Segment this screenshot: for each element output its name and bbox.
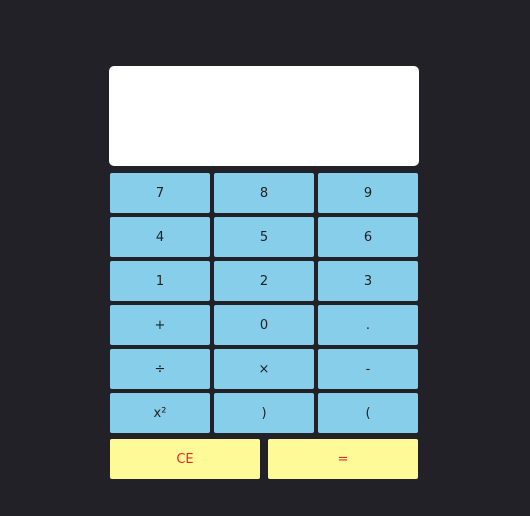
key-plus[interactable]: + <box>110 305 210 345</box>
key-5[interactable]: 5 <box>214 217 314 257</box>
key-minus[interactable]: - <box>318 349 418 389</box>
equals-button[interactable]: = <box>268 439 418 479</box>
key-4[interactable]: 4 <box>110 217 210 257</box>
keypad: 7 8 9 4 5 6 1 2 3 + 0 . ÷ × - x² ) ( <box>110 173 419 433</box>
calculator: 7 8 9 4 5 6 1 2 3 + 0 . ÷ × - x² ) ( CE … <box>109 66 419 479</box>
key-3[interactable]: 3 <box>318 261 418 301</box>
clear-button[interactable]: CE <box>110 439 260 479</box>
key-6[interactable]: 6 <box>318 217 418 257</box>
calculator-display <box>109 66 419 166</box>
key-1[interactable]: 1 <box>110 261 210 301</box>
key-7[interactable]: 7 <box>110 173 210 213</box>
key-open-paren[interactable]: ( <box>318 393 418 433</box>
action-row: CE = <box>110 439 419 479</box>
key-8[interactable]: 8 <box>214 173 314 213</box>
key-divide[interactable]: ÷ <box>110 349 210 389</box>
key-close-paren[interactable]: ) <box>214 393 314 433</box>
key-2[interactable]: 2 <box>214 261 314 301</box>
key-square[interactable]: x² <box>110 393 210 433</box>
key-multiply[interactable]: × <box>214 349 314 389</box>
key-9[interactable]: 9 <box>318 173 418 213</box>
key-decimal[interactable]: . <box>318 305 418 345</box>
key-0[interactable]: 0 <box>214 305 314 345</box>
